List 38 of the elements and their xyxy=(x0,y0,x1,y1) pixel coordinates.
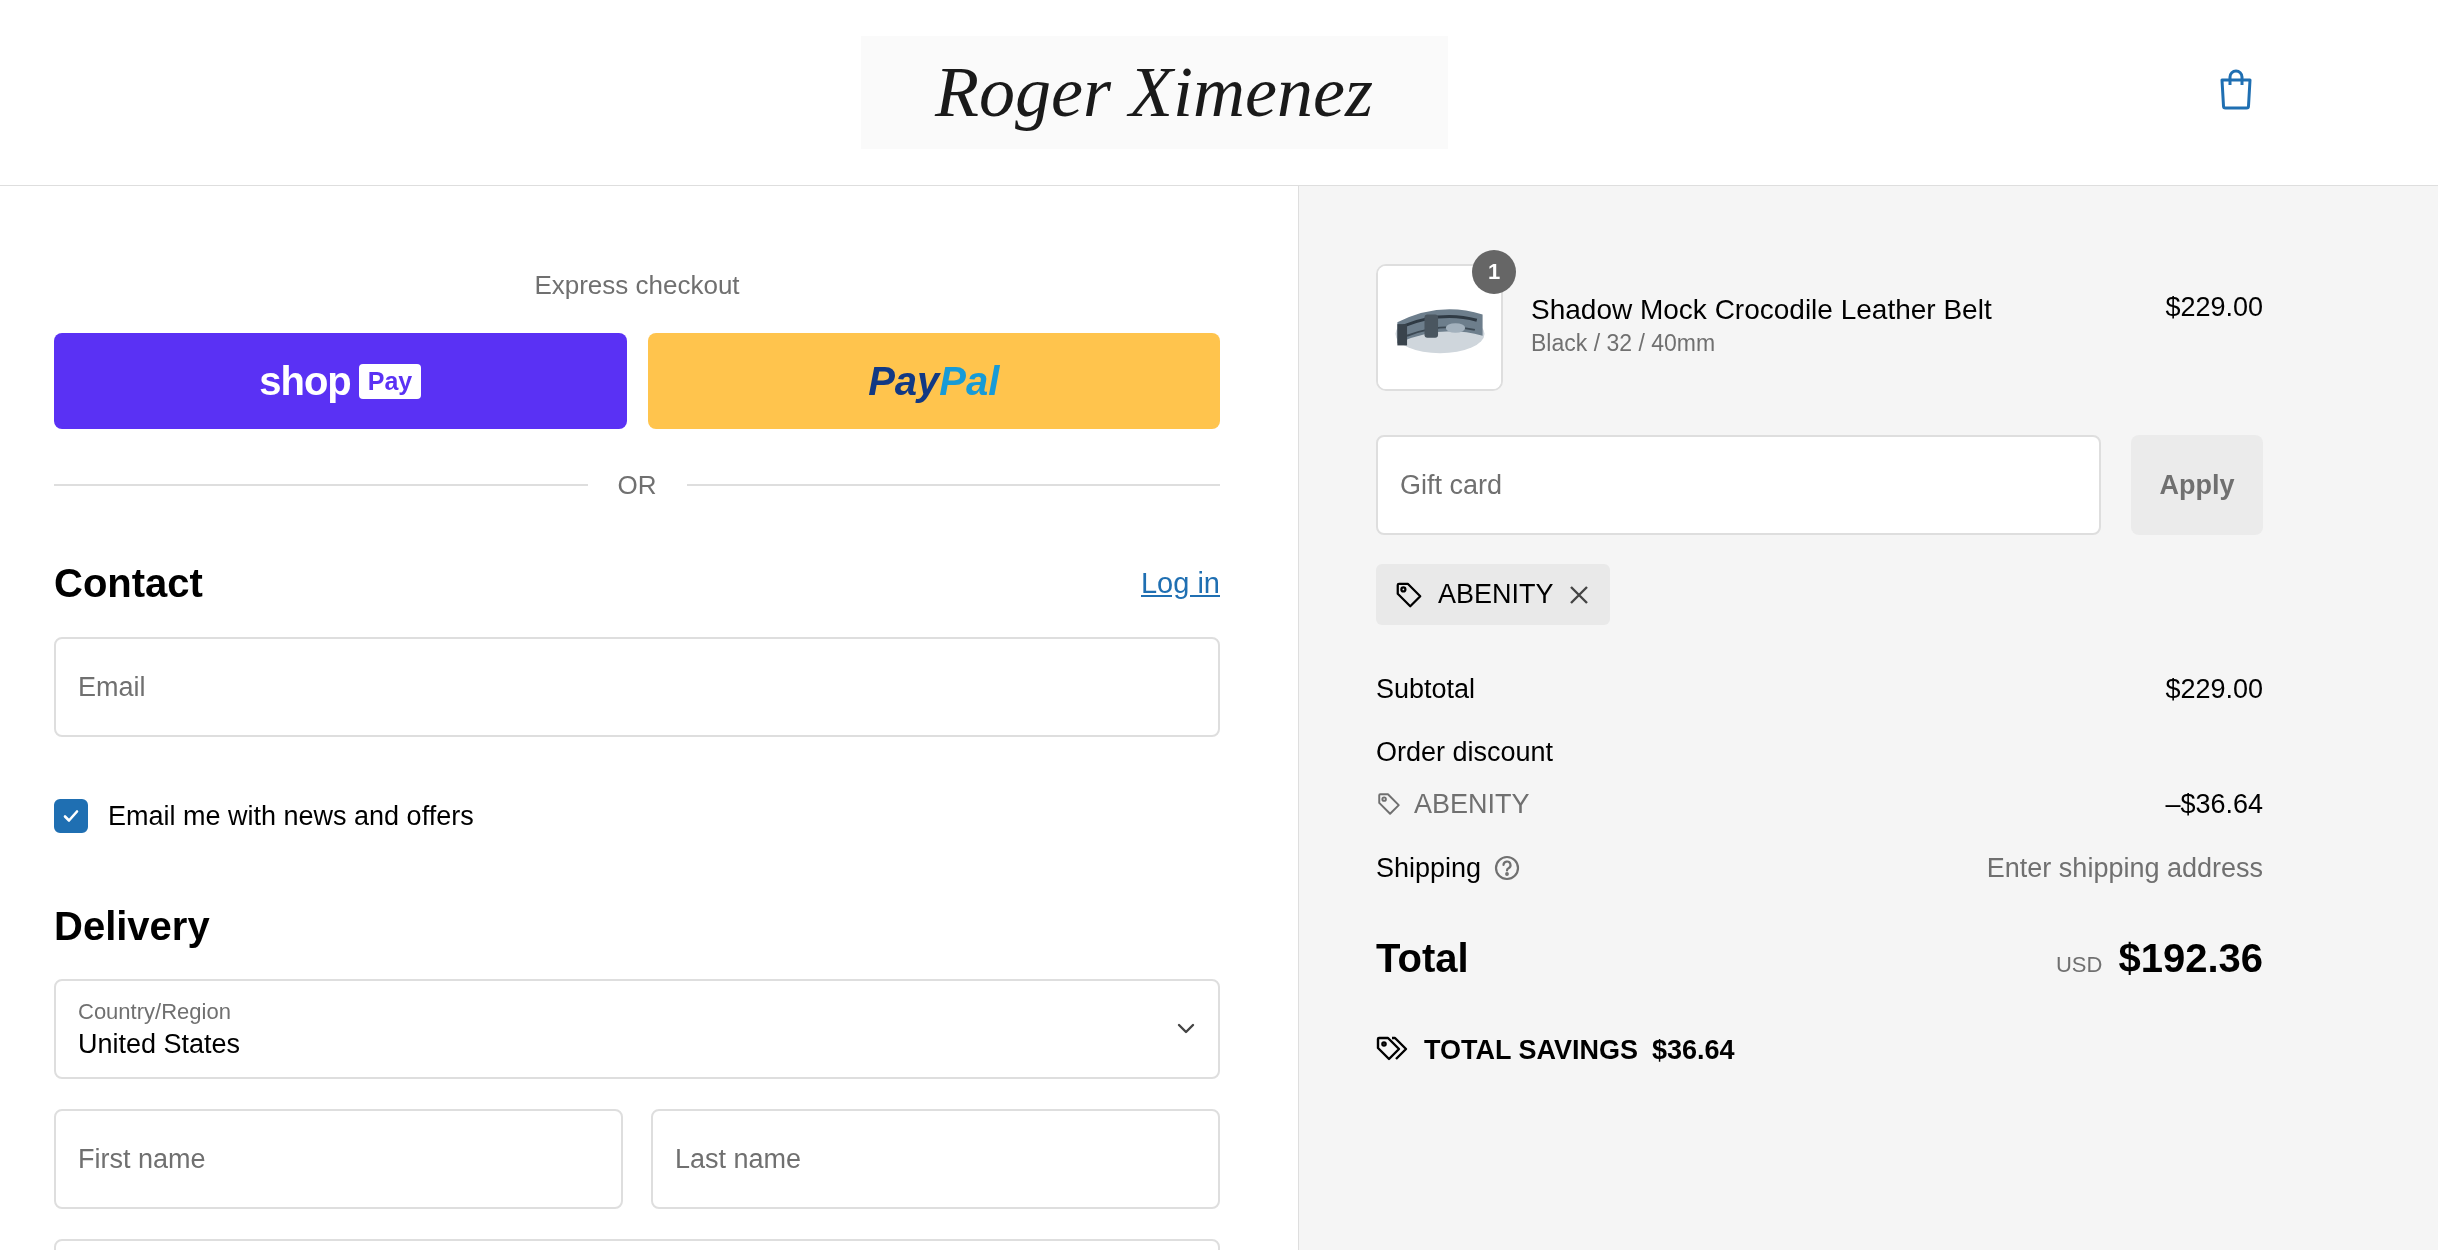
input-field[interactable]: Last name xyxy=(651,1109,1220,1209)
summary-label: Shipping xyxy=(1376,852,1482,884)
shopping-bag-icon[interactable] xyxy=(2218,68,2254,110)
close-icon[interactable] xyxy=(1567,583,1590,606)
checkbox-label: Email me with news and offers xyxy=(108,800,474,832)
summary-label: Subtotal xyxy=(1376,673,1476,705)
tag-icon xyxy=(1376,791,1402,817)
summary-value: Enter shipping address xyxy=(1986,852,2263,884)
shop-pay-button[interactable]: shop Pay xyxy=(54,333,627,429)
email-field[interactable]: Email xyxy=(54,637,1220,737)
discount-code: ABENITY xyxy=(1414,788,1530,820)
discount-code: ABENITY xyxy=(1438,579,1554,610)
checkbox[interactable] xyxy=(54,799,88,833)
quantity-badge: 1 xyxy=(1472,250,1516,294)
input-field[interactable]: First name xyxy=(54,1109,623,1209)
savings-amount: $36.64 xyxy=(1652,1034,1735,1066)
product-price: $229.00 xyxy=(2165,291,2263,323)
summary-value: $229.00 xyxy=(2165,673,2263,705)
currency-code: USD xyxy=(2055,951,2103,978)
login-link[interactable]: Log in xyxy=(1141,566,1220,600)
section-heading: Delivery xyxy=(54,903,210,949)
section-heading: Contact xyxy=(54,560,203,606)
paypal-button[interactable]: PayPal xyxy=(647,333,1220,429)
gift-card-field[interactable]: Gift card xyxy=(1376,435,2101,535)
summary-value: –$36.64 xyxy=(2165,788,2263,820)
total-amount: $192.36 xyxy=(2118,935,2263,981)
divider-label: OR xyxy=(617,469,657,501)
total-label: Total xyxy=(1376,935,1469,981)
summary-label: Order discount xyxy=(1376,736,1554,768)
product-name: Shadow Mock Crocodile Leather Belt xyxy=(1531,294,1993,326)
chevron-down-icon xyxy=(1176,1023,1196,1035)
apply-button[interactable]: Apply xyxy=(2131,435,2263,535)
product-variant: Black / 32 / 40mm xyxy=(1531,330,1717,357)
savings-label: TOTAL SAVINGS xyxy=(1424,1034,1639,1066)
section-title: Express checkout xyxy=(534,269,740,302)
country-select[interactable]: Country/Region United States xyxy=(54,979,1220,1079)
help-icon[interactable] xyxy=(1493,854,1522,882)
store-logo[interactable]: Roger Ximenez xyxy=(860,36,1448,149)
